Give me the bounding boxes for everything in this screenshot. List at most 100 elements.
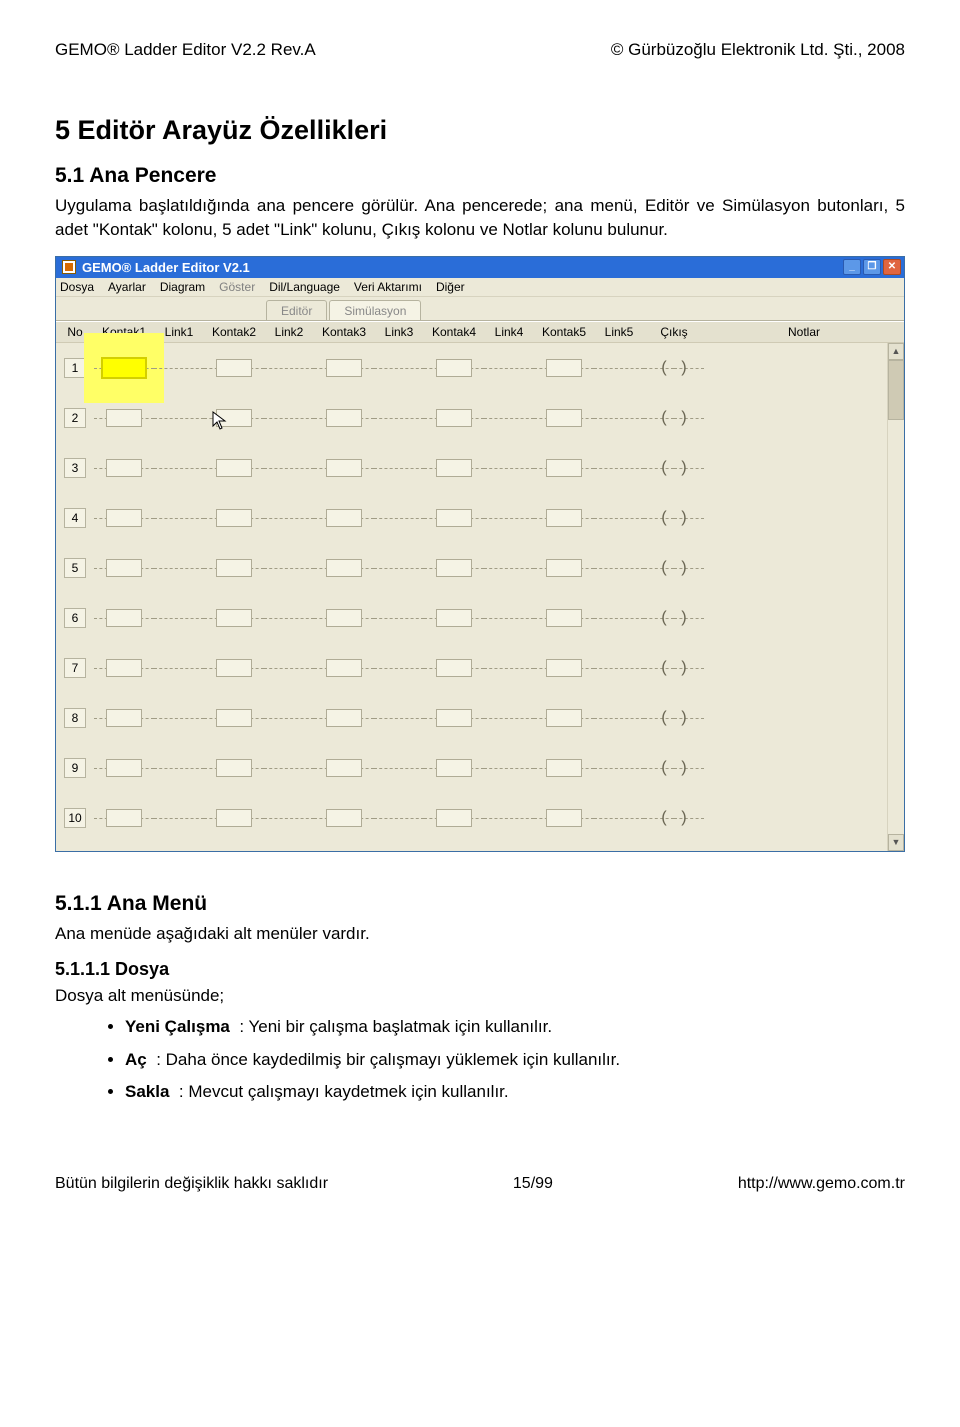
contact-cell[interactable] [204, 543, 264, 593]
link-cell[interactable] [374, 693, 424, 743]
contact-box[interactable] [106, 759, 142, 777]
menu-diagram[interactable]: Diagram [160, 280, 205, 294]
link-cell[interactable] [594, 393, 644, 443]
contact-box[interactable] [546, 559, 582, 577]
contact-box[interactable] [106, 559, 142, 577]
contact-cell[interactable] [534, 743, 594, 793]
contact-box[interactable] [216, 509, 252, 527]
output-cell[interactable]: ( ) [644, 493, 704, 543]
contact-cell[interactable] [204, 793, 264, 843]
contact-cell[interactable] [94, 643, 154, 693]
output-cell[interactable]: ( ) [644, 643, 704, 693]
contact-cell[interactable] [424, 543, 484, 593]
contact-box[interactable] [326, 809, 362, 827]
contact-cell[interactable] [534, 443, 594, 493]
link-cell[interactable] [374, 593, 424, 643]
link-cell[interactable] [594, 643, 644, 693]
close-button[interactable]: ✕ [883, 259, 901, 275]
link-cell[interactable] [264, 343, 314, 393]
menu-diger[interactable]: Diğer [436, 280, 465, 294]
link-cell[interactable] [484, 543, 534, 593]
contact-cell[interactable] [534, 593, 594, 643]
coil-symbol[interactable]: ( ) [660, 759, 689, 777]
contact-cell[interactable] [314, 393, 374, 443]
output-cell[interactable]: ( ) [644, 443, 704, 493]
coil-symbol[interactable]: ( ) [660, 809, 689, 827]
scroll-thumb[interactable] [888, 360, 904, 420]
link-cell[interactable] [154, 343, 204, 393]
link-cell[interactable] [154, 543, 204, 593]
contact-cell[interactable] [94, 543, 154, 593]
link-cell[interactable] [264, 543, 314, 593]
contact-box[interactable] [216, 459, 252, 477]
contact-cell[interactable] [204, 443, 264, 493]
coil-symbol[interactable]: ( ) [660, 459, 689, 477]
contact-box[interactable] [436, 709, 472, 727]
link-cell[interactable] [484, 743, 534, 793]
contact-cell[interactable] [314, 443, 374, 493]
contact-box[interactable] [436, 759, 472, 777]
scroll-down-icon[interactable]: ▼ [888, 834, 904, 851]
contact-box[interactable] [216, 559, 252, 577]
contact-cell[interactable] [94, 343, 154, 393]
link-cell[interactable] [374, 443, 424, 493]
contact-box[interactable] [546, 609, 582, 627]
link-cell[interactable] [594, 593, 644, 643]
contact-box[interactable] [546, 509, 582, 527]
link-cell[interactable] [374, 393, 424, 443]
output-cell[interactable]: ( ) [644, 743, 704, 793]
menu-goster[interactable]: Göster [219, 280, 255, 294]
contact-cell[interactable] [94, 693, 154, 743]
contact-cell[interactable] [424, 593, 484, 643]
coil-symbol[interactable]: ( ) [660, 659, 689, 677]
contact-cell[interactable] [534, 643, 594, 693]
contact-box[interactable] [546, 709, 582, 727]
contact-box[interactable] [106, 809, 142, 827]
coil-symbol[interactable]: ( ) [660, 409, 689, 427]
link-cell[interactable] [154, 393, 204, 443]
link-cell[interactable] [594, 543, 644, 593]
contact-cell[interactable] [424, 693, 484, 743]
contact-box[interactable] [216, 709, 252, 727]
contact-box[interactable] [436, 609, 472, 627]
contact-box[interactable] [326, 359, 362, 377]
contact-box[interactable] [106, 509, 142, 527]
menu-veri[interactable]: Veri Aktarımı [354, 280, 422, 294]
tab-editor[interactable]: Editör [266, 300, 327, 320]
contact-cell[interactable] [204, 593, 264, 643]
coil-symbol[interactable]: ( ) [660, 509, 689, 527]
link-cell[interactable] [484, 343, 534, 393]
contact-box[interactable] [326, 459, 362, 477]
contact-cell[interactable] [314, 643, 374, 693]
link-cell[interactable] [264, 793, 314, 843]
scroll-up-icon[interactable]: ▲ [888, 343, 904, 360]
link-cell[interactable] [594, 693, 644, 743]
link-cell[interactable] [264, 743, 314, 793]
link-cell[interactable] [264, 493, 314, 543]
contact-cell[interactable] [534, 793, 594, 843]
link-cell[interactable] [594, 493, 644, 543]
contact-cell[interactable] [314, 693, 374, 743]
contact-cell[interactable] [204, 693, 264, 743]
contact-box[interactable] [546, 409, 582, 427]
output-cell[interactable]: ( ) [644, 393, 704, 443]
contact-cell[interactable] [94, 443, 154, 493]
link-cell[interactable] [374, 793, 424, 843]
link-cell[interactable] [154, 593, 204, 643]
contact-box[interactable] [326, 509, 362, 527]
link-cell[interactable] [154, 743, 204, 793]
contact-cell[interactable] [94, 493, 154, 543]
contact-box[interactable] [216, 609, 252, 627]
contact-cell[interactable] [94, 593, 154, 643]
link-cell[interactable] [484, 643, 534, 693]
link-cell[interactable] [374, 743, 424, 793]
contact-cell[interactable] [314, 593, 374, 643]
output-cell[interactable]: ( ) [644, 693, 704, 743]
contact-box[interactable] [436, 409, 472, 427]
contact-box[interactable] [436, 659, 472, 677]
link-cell[interactable] [594, 793, 644, 843]
contact-cell[interactable] [314, 743, 374, 793]
contact-box[interactable] [546, 659, 582, 677]
contact-cell[interactable] [94, 743, 154, 793]
coil-symbol[interactable]: ( ) [660, 559, 689, 577]
